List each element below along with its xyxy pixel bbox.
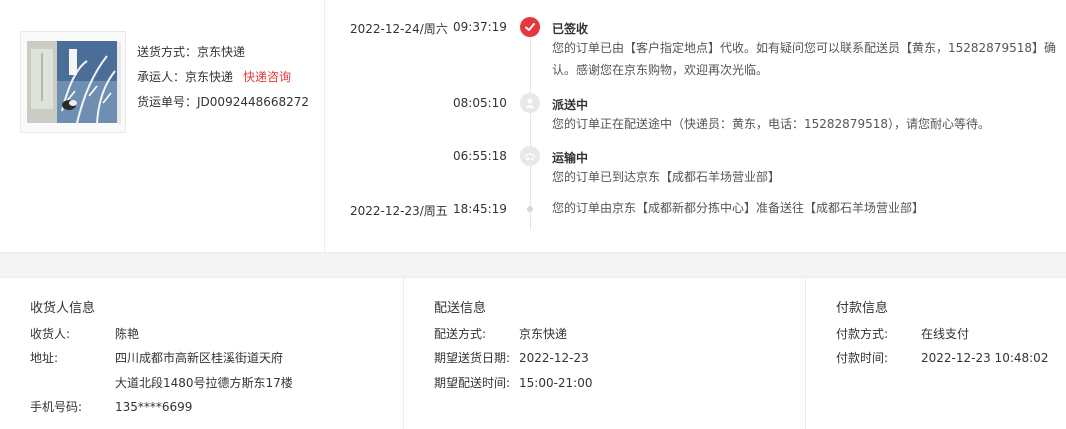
- delivery-method-value: 京东快递: [519, 327, 568, 341]
- shipment-details: 送货方式：京东快递 承运人：京东快递 快递咨询 货运单号：JD0092448668…: [137, 40, 309, 115]
- delivery-method-label: 送货方式：: [137, 45, 198, 59]
- payment-time-value: 2022-12-23 10:48:02: [921, 351, 1049, 365]
- carrier-label: 承运人：: [137, 70, 186, 84]
- address-line2: 大道北段1480号拉德方斯东17楼: [115, 376, 293, 390]
- receiver-name-value: 陈艳: [115, 327, 140, 341]
- timeline-time: 18:45:19: [453, 202, 507, 216]
- payment-heading: 付款信息: [836, 301, 889, 316]
- receiver-name-label: 收货人:: [30, 327, 71, 341]
- payment-method-label: 付款方式:: [836, 327, 889, 341]
- product-thumbnail[interactable]: [20, 31, 126, 133]
- receiver-info: 收货人信息 收货人: 陈艳 地址: 四川成都市高新区桂溪街道天府 大道北段1480号…: [0, 278, 403, 429]
- expected-time-label: 期望配送时间:: [434, 376, 511, 390]
- phone-value: 135****6699: [115, 400, 193, 414]
- timeline-status: 派送中: [552, 98, 589, 112]
- receiver-heading: 收货人信息: [30, 301, 96, 316]
- timeline-description: 您的订单正在配送途中（快递员：黄东，电话：15282879518），请您耐心等待…: [552, 117, 990, 131]
- order-info-section: 收货人信息 收货人: 陈艳 地址: 四川成都市高新区桂溪街道天府 大道北段1480号…: [0, 278, 1066, 429]
- courier-inquiry-link[interactable]: 快递咨询: [243, 70, 291, 84]
- tracking-number-label: 货运单号：: [137, 95, 198, 109]
- expected-date-value: 2022-12-23: [519, 351, 589, 365]
- timeline-status: 运输中: [552, 151, 589, 165]
- tracking-timeline: 2022-12-24/周六 09:37:19 已签收 您的订单已由【客户指定地点…: [325, 0, 1066, 252]
- dot-icon: [527, 206, 533, 212]
- timeline-date: 2022-12-24/周六: [350, 22, 448, 36]
- tracking-section: 送货方式：京东快递 承运人：京东快递 快递咨询 货运单号：JD0092448668…: [0, 0, 1066, 252]
- phone-label: 手机号码:: [30, 400, 83, 414]
- payment-method-value: 在线支付: [921, 327, 970, 341]
- shipment-summary: 送货方式：京东快递 承运人：京东快递 快递咨询 货运单号：JD0092448668…: [0, 0, 325, 252]
- timeline-time: 08:05:10: [453, 96, 507, 110]
- expected-time-value: 15:00-21:00: [519, 376, 593, 390]
- payment-info: 付款信息 付款方式: 在线支付 付款时间: 2022-12-23 10:48:02: [805, 278, 1066, 429]
- timeline-status: 已签收: [552, 22, 589, 36]
- address-line1: 四川成都市高新区桂溪街道天府: [115, 351, 284, 365]
- address-label: 地址:: [30, 351, 59, 365]
- courier-icon: [520, 93, 540, 113]
- delivery-info: 配送信息 配送方式: 京东快递 期望送货日期: 2022-12-23 期望配送时间:…: [403, 278, 805, 429]
- delivery-method-value: 京东快递: [197, 45, 246, 59]
- check-icon: [520, 17, 540, 37]
- timeline-description: 您的订单已由【客户指定地点】代收。如有疑问您可以联系配送员【黄东，1528287…: [552, 41, 1056, 77]
- transit-icon: [520, 146, 540, 166]
- book-cover-image: [27, 41, 117, 123]
- expected-date-label: 期望送货日期:: [434, 351, 511, 365]
- delivery-method-label: 配送方式:: [434, 327, 487, 341]
- tracking-number-value: JD0092448668272: [197, 95, 310, 109]
- timeline-time: 09:37:19: [453, 20, 507, 34]
- payment-time-label: 付款时间:: [836, 351, 889, 365]
- timeline-time: 06:55:18: [453, 149, 507, 163]
- timeline-line: [530, 30, 531, 230]
- timeline-description: 您的订单由京东【成都新都分拣中心】准备送往【成都石羊场营业部】: [552, 201, 925, 215]
- timeline-date: 2022-12-23/周五: [350, 204, 448, 218]
- carrier-value: 京东快递: [185, 70, 234, 84]
- timeline-description: 您的订单已到达京东【成都石羊场营业部】: [552, 170, 781, 184]
- section-divider: [0, 252, 1066, 278]
- delivery-heading: 配送信息: [434, 301, 487, 316]
